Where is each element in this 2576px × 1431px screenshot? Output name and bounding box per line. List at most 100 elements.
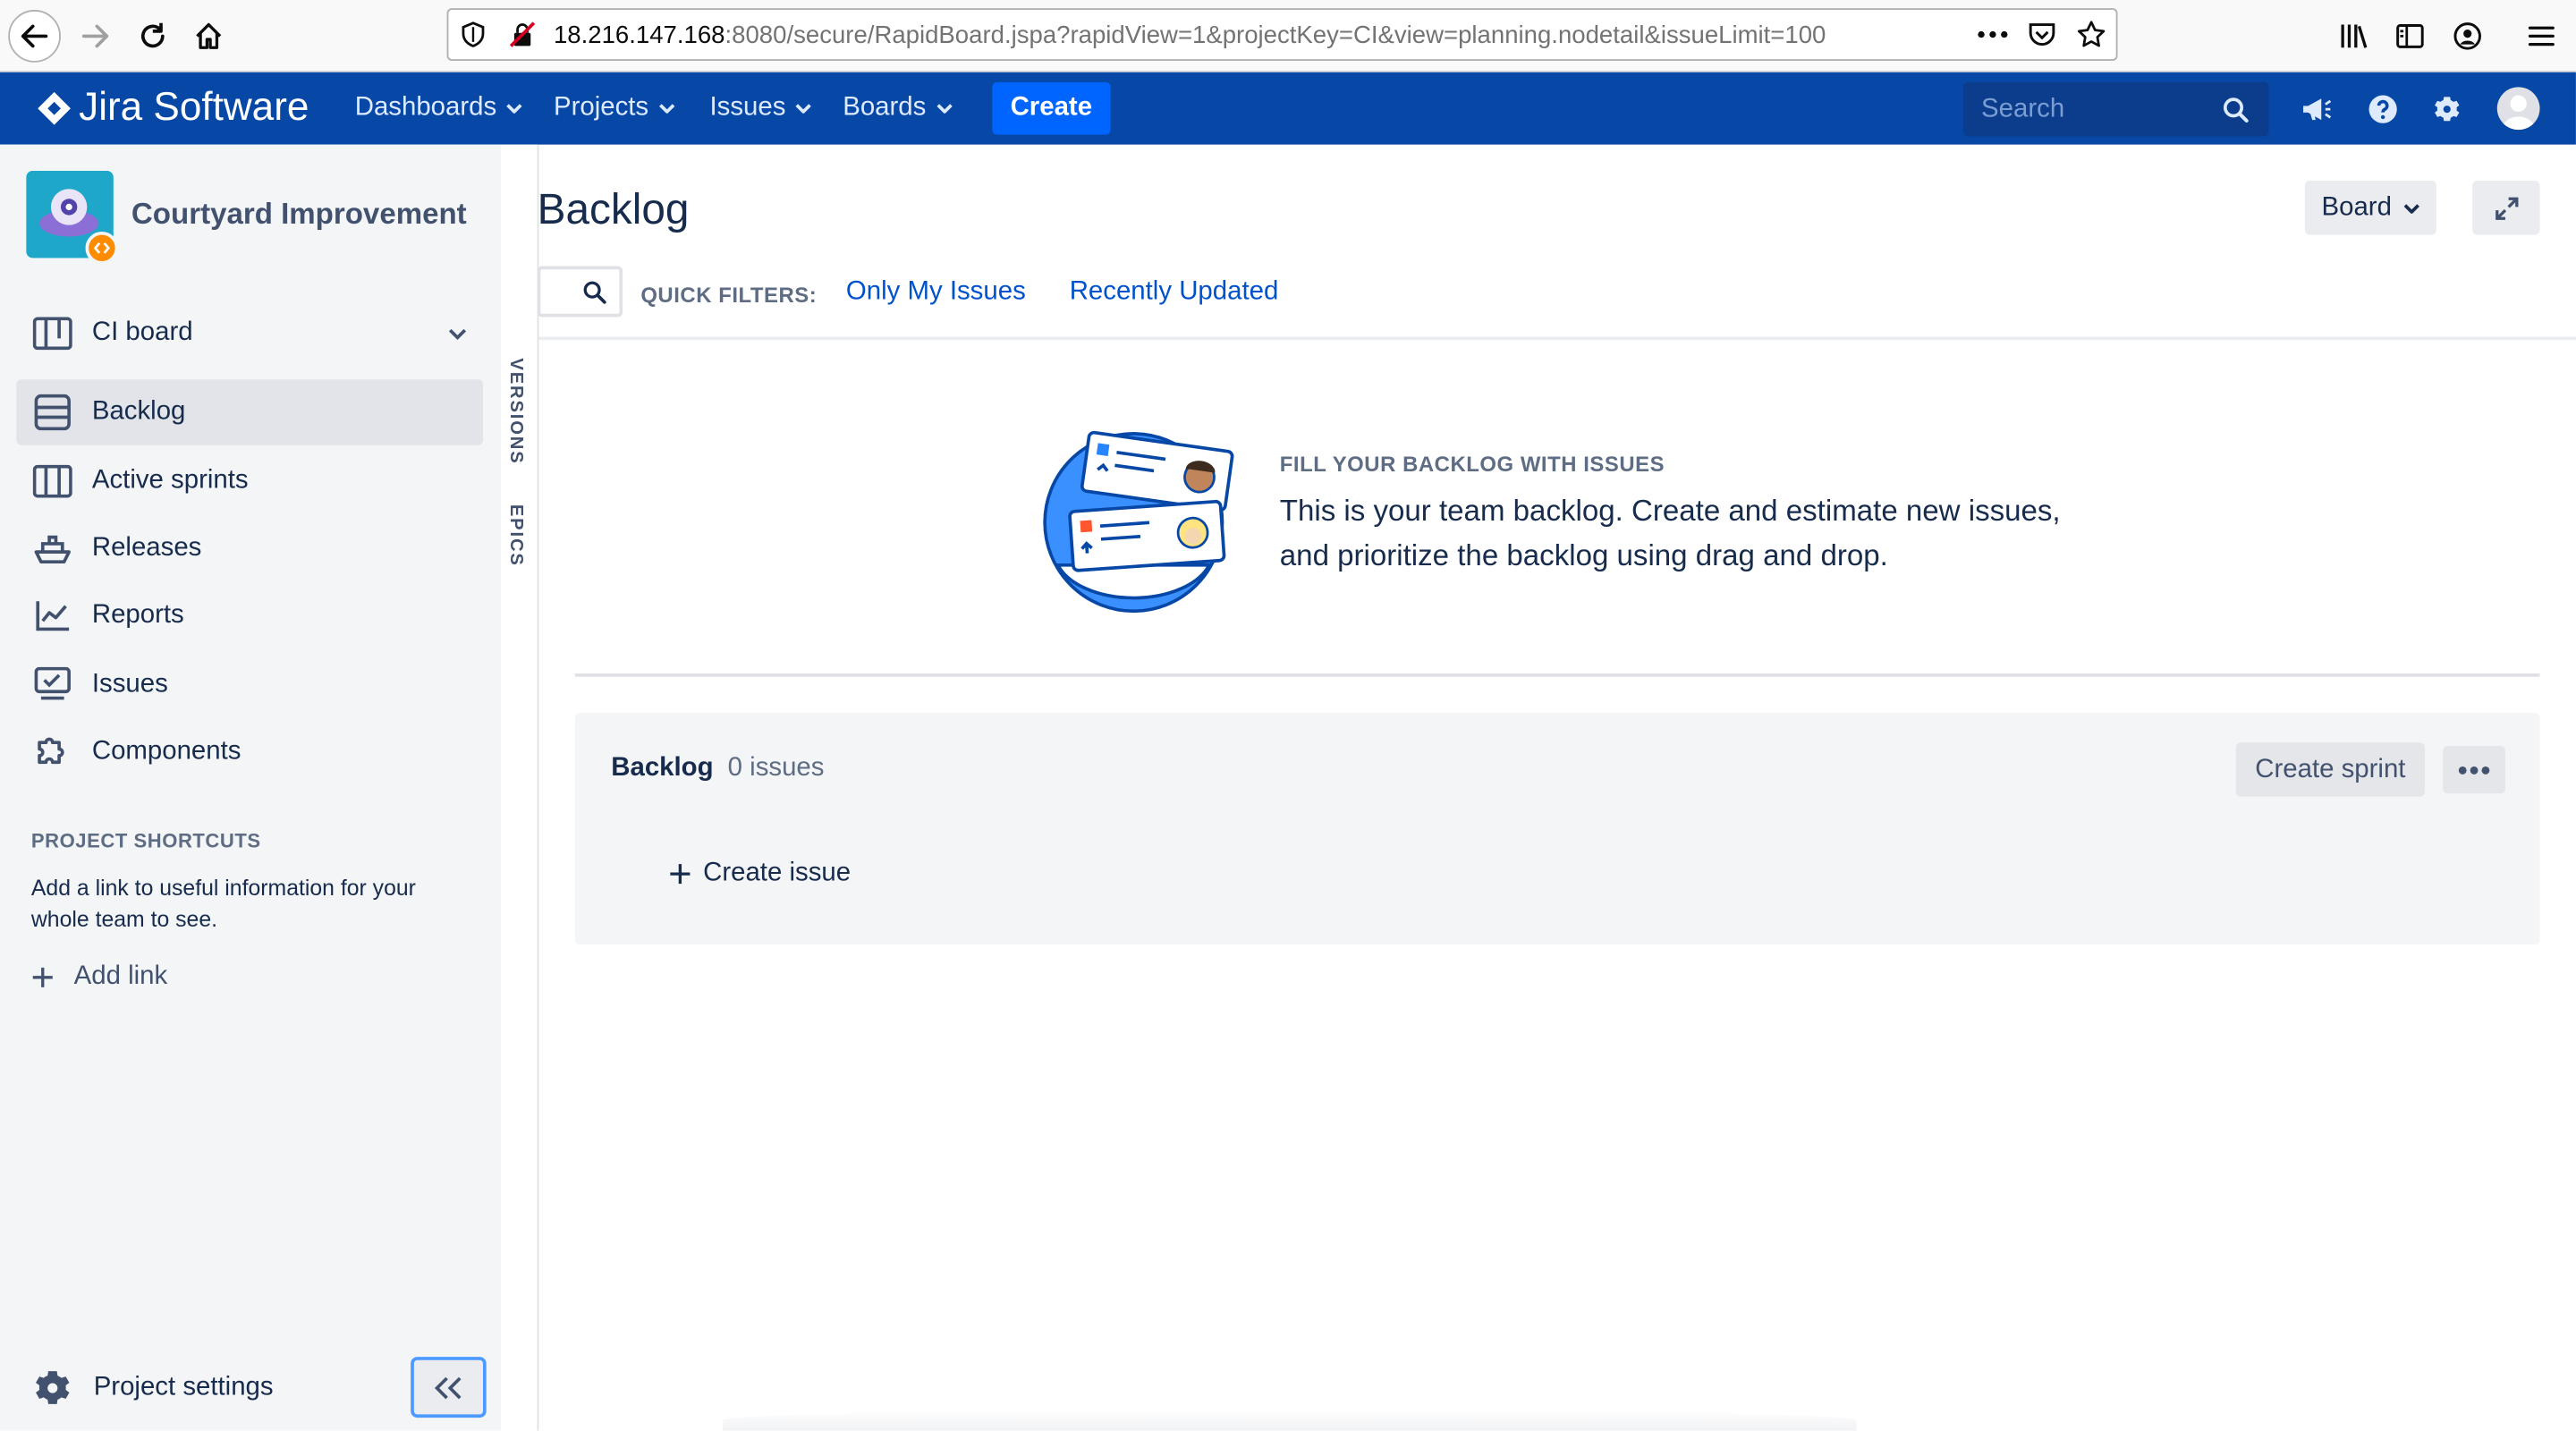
section-divider xyxy=(574,673,2540,677)
reload-button[interactable] xyxy=(126,10,179,63)
sidebar-item-label: Issues xyxy=(91,670,168,699)
sidebar-item-releases[interactable]: Releases xyxy=(16,516,483,581)
project-type-badge xyxy=(85,231,119,265)
nav-boards-label: Boards xyxy=(843,93,927,122)
nav-dashboards[interactable]: Dashboards xyxy=(355,72,523,145)
backlog-cards-illustration xyxy=(1043,430,1234,614)
sidebar-item-label: Components xyxy=(91,737,242,766)
sidebar-item-components[interactable]: Components xyxy=(16,719,483,784)
sidebar-item-label: Reports xyxy=(91,601,184,630)
board-button[interactable]: Board xyxy=(2304,181,2436,235)
sidebar-item-label: Backlog xyxy=(91,397,186,426)
project-sidebar: Courtyard Improvement CI board Backlog A… xyxy=(0,144,502,1431)
empty-backlog-illustration xyxy=(1038,430,1235,621)
sidebar-item-label: Active sprints xyxy=(91,466,249,495)
create-issue-button[interactable]: Create issue xyxy=(669,856,852,892)
search-icon xyxy=(2223,97,2249,123)
search-placeholder: Search xyxy=(1981,95,2065,123)
create-sprint-button[interactable]: Create sprint xyxy=(2235,742,2425,797)
sidebar-item-reports[interactable]: Reports xyxy=(16,583,483,648)
backlog-container: Backlog 0 issues Create sprint Create is… xyxy=(574,713,2540,945)
nav-projects[interactable]: Projects xyxy=(554,72,675,145)
header-divider xyxy=(538,336,2576,341)
add-link-button[interactable]: Add link xyxy=(31,961,167,994)
nav-issues-label: Issues xyxy=(709,93,786,122)
filter-only-my-issues[interactable]: Only My Issues xyxy=(846,277,1026,307)
nav-issues[interactable]: Issues xyxy=(709,72,812,145)
board-icon xyxy=(32,317,72,351)
quick-filters-label: QUICK FILTERS: xyxy=(640,282,818,308)
browser-toolbar: 18.216.147.168:8080/secure/RapidBoard.js… xyxy=(0,0,2576,72)
plus-icon xyxy=(670,864,691,885)
home-button[interactable] xyxy=(182,10,235,63)
url-text[interactable]: 18.216.147.168:8080/secure/RapidBoard.js… xyxy=(554,21,1826,49)
chevron-down-icon xyxy=(936,104,953,114)
user-avatar[interactable] xyxy=(2496,87,2540,131)
chevron-down-icon xyxy=(506,104,523,114)
more-ellipsis-icon xyxy=(2458,766,2490,774)
epics-tab[interactable]: EPICS xyxy=(506,504,526,567)
nav-projects-label: Projects xyxy=(553,93,649,122)
add-link-label: Add link xyxy=(73,962,168,991)
sidebar-toggle-icon[interactable] xyxy=(2395,21,2425,51)
hamburger-menu-icon[interactable] xyxy=(2527,21,2556,51)
sidebar-item-backlog[interactable]: Backlog xyxy=(16,379,483,445)
fullscreen-button[interactable] xyxy=(2472,181,2540,235)
bottom-shadow xyxy=(723,1409,1857,1431)
home-icon xyxy=(196,22,222,49)
side-panel-rail: VERSIONS EPICS xyxy=(501,144,539,1431)
chevron-down-icon xyxy=(658,104,674,114)
gear-icon xyxy=(36,1371,70,1404)
library-icon[interactable] xyxy=(2339,21,2368,51)
shield-icon[interactable] xyxy=(460,21,486,47)
active-sprints-icon xyxy=(32,464,72,498)
search-input[interactable]: Search xyxy=(1962,81,2269,137)
sidebar-item-active-sprints[interactable]: Active sprints xyxy=(16,448,483,513)
project-name[interactable]: Courtyard Improvement xyxy=(131,197,467,232)
nav-dashboards-label: Dashboards xyxy=(354,93,497,122)
shortcuts-heading: PROJECT SHORTCUTS xyxy=(30,829,261,853)
notifications-megaphone-icon[interactable] xyxy=(2301,94,2333,125)
project-avatar[interactable] xyxy=(26,171,119,265)
user-avatar-icon xyxy=(2502,95,2536,131)
board-selector-label: CI board xyxy=(91,318,193,347)
plus-icon xyxy=(32,967,53,987)
chevron-down-icon xyxy=(2403,203,2419,213)
filter-recently-updated[interactable]: Recently Updated xyxy=(1070,277,1279,307)
page-title: Backlog xyxy=(537,183,690,233)
project-settings-link[interactable]: Project settings xyxy=(31,1367,274,1410)
create-issue-label: Create issue xyxy=(703,859,852,887)
forward-button[interactable] xyxy=(69,10,122,63)
help-icon[interactable] xyxy=(2368,94,2399,125)
url-path: :8080/secure/RapidBoard.jspa?rapidView=1… xyxy=(724,21,1826,50)
jira-logo[interactable]: Jira Software xyxy=(36,72,309,145)
arrow-left-icon xyxy=(21,24,48,48)
board-button-label: Board xyxy=(2321,192,2392,222)
backlog-search-input[interactable] xyxy=(537,266,623,318)
board-selector[interactable]: CI board xyxy=(16,301,483,366)
double-chevron-left-icon xyxy=(434,1376,462,1399)
nav-boards[interactable]: Boards xyxy=(843,72,953,145)
create-button[interactable]: Create xyxy=(992,81,1111,135)
versions-tab[interactable]: VERSIONS xyxy=(506,358,526,464)
account-icon[interactable] xyxy=(2453,21,2482,51)
sidebar-item-label: Releases xyxy=(91,533,202,563)
backlog-more-button[interactable] xyxy=(2443,745,2505,794)
logo-text: Jira Software xyxy=(79,85,309,131)
backlog-issue-count: 0 issues xyxy=(727,754,825,783)
gear-icon[interactable] xyxy=(2431,94,2462,125)
jira-top-navigation: Jira Software Dashboards Projects Issues… xyxy=(0,72,2576,145)
pocket-icon[interactable] xyxy=(2027,20,2056,49)
issues-icon xyxy=(34,666,71,700)
collapse-sidebar-button[interactable] xyxy=(411,1357,487,1418)
expand-icon xyxy=(2495,196,2518,220)
releases-ship-icon xyxy=(34,535,71,563)
reload-icon xyxy=(140,22,165,48)
sidebar-item-issues[interactable]: Issues xyxy=(16,652,483,717)
more-actions-icon[interactable] xyxy=(1977,28,2010,41)
insecure-lock-icon[interactable] xyxy=(509,21,536,47)
url-bar[interactable]: 18.216.147.168:8080/secure/RapidBoard.js… xyxy=(446,8,2118,61)
bookmark-star-icon[interactable] xyxy=(2077,20,2106,49)
empty-state-line-1: This is your team backlog. Create and es… xyxy=(1279,494,2061,528)
back-button[interactable] xyxy=(8,10,61,63)
